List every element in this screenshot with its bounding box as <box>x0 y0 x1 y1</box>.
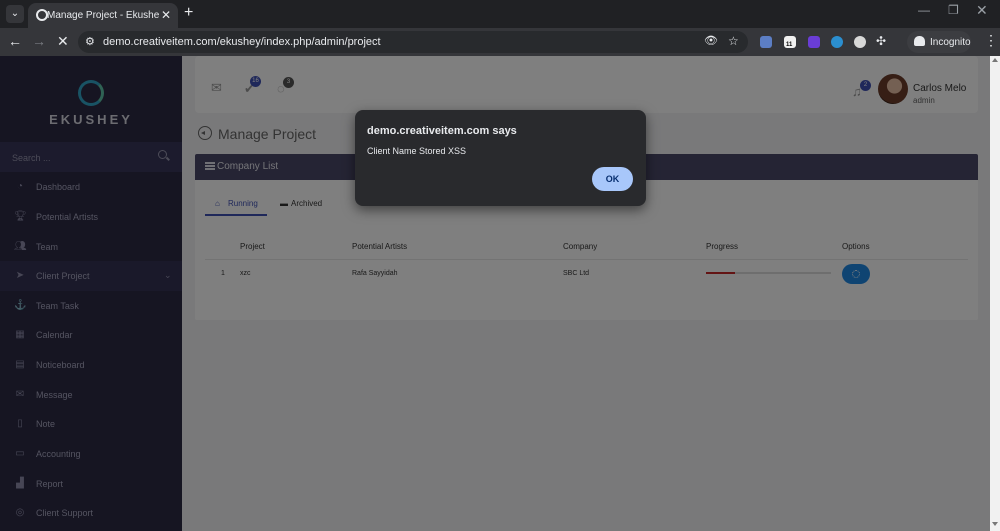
ok-button[interactable]: OK <box>592 167 633 191</box>
browser-tab-bar: ⌄ Manage Project - Ekushey Proje ✕ + — ❐… <box>0 0 1000 28</box>
page-viewport: EKUSHEY ◔ Dashboard 🏆︎ Potential Artists… <box>0 56 1000 531</box>
url-text[interactable]: demo.creativeitem.com/ekushey/index.php/… <box>103 36 381 48</box>
bookmark-star-icon[interactable]: ☆ <box>728 34 739 48</box>
tab-title: Manage Project - Ekushey Proje <box>47 10 159 21</box>
browser-tab[interactable]: Manage Project - Ekushey Proje ✕ <box>28 3 178 28</box>
tab-search-chevron-icon[interactable]: ⌄ <box>6 5 24 23</box>
extension-shield-icon[interactable] <box>760 36 772 48</box>
extension-badge: 11 <box>786 42 793 48</box>
window-minimize-icon[interactable]: — <box>918 3 930 17</box>
scroll-up-arrow-icon[interactable] <box>992 58 998 62</box>
extension-globe-icon[interactable] <box>854 36 866 48</box>
tab-close-icon[interactable]: ✕ <box>161 8 171 22</box>
dialog-title: demo.creativeitem.com says <box>367 125 517 137</box>
eye-slash-icon[interactable]: 👁 <box>704 34 718 47</box>
address-bar[interactable]: ⚙ demo.creativeitem.com/ekushey/index.ph… <box>78 31 748 53</box>
back-arrow-icon[interactable]: ← <box>8 33 22 49</box>
window-restore-icon[interactable]: ❐ <box>948 3 959 17</box>
incognito-label: Incognito <box>930 37 971 48</box>
new-tab-plus-icon[interactable]: + <box>184 4 193 22</box>
incognito-indicator[interactable]: Incognito <box>907 31 971 53</box>
browser-toolbar: ← → ✕ ⚙ demo.creativeitem.com/ekushey/in… <box>0 28 1000 56</box>
stop-loading-icon[interactable]: ✕ <box>57 33 69 50</box>
extension-blue-icon[interactable] <box>831 36 843 48</box>
dialog-message: Client Name Stored XSS <box>367 146 467 156</box>
incognito-icon <box>914 36 925 46</box>
page-scrollbar[interactable] <box>990 56 1000 531</box>
extensions-puzzle-icon[interactable]: ✣ <box>876 34 886 48</box>
site-info-icon[interactable]: ⚙ <box>85 35 95 48</box>
window-close-icon[interactable]: ✕ <box>976 2 988 19</box>
alert-dialog: demo.creativeitem.com says Client Name S… <box>355 110 646 206</box>
scroll-down-arrow-icon[interactable] <box>992 522 998 526</box>
browser-menu-icon[interactable]: ⋮ <box>984 32 998 49</box>
forward-arrow-icon[interactable]: → <box>32 33 46 49</box>
extension-purple-icon[interactable] <box>808 36 820 48</box>
